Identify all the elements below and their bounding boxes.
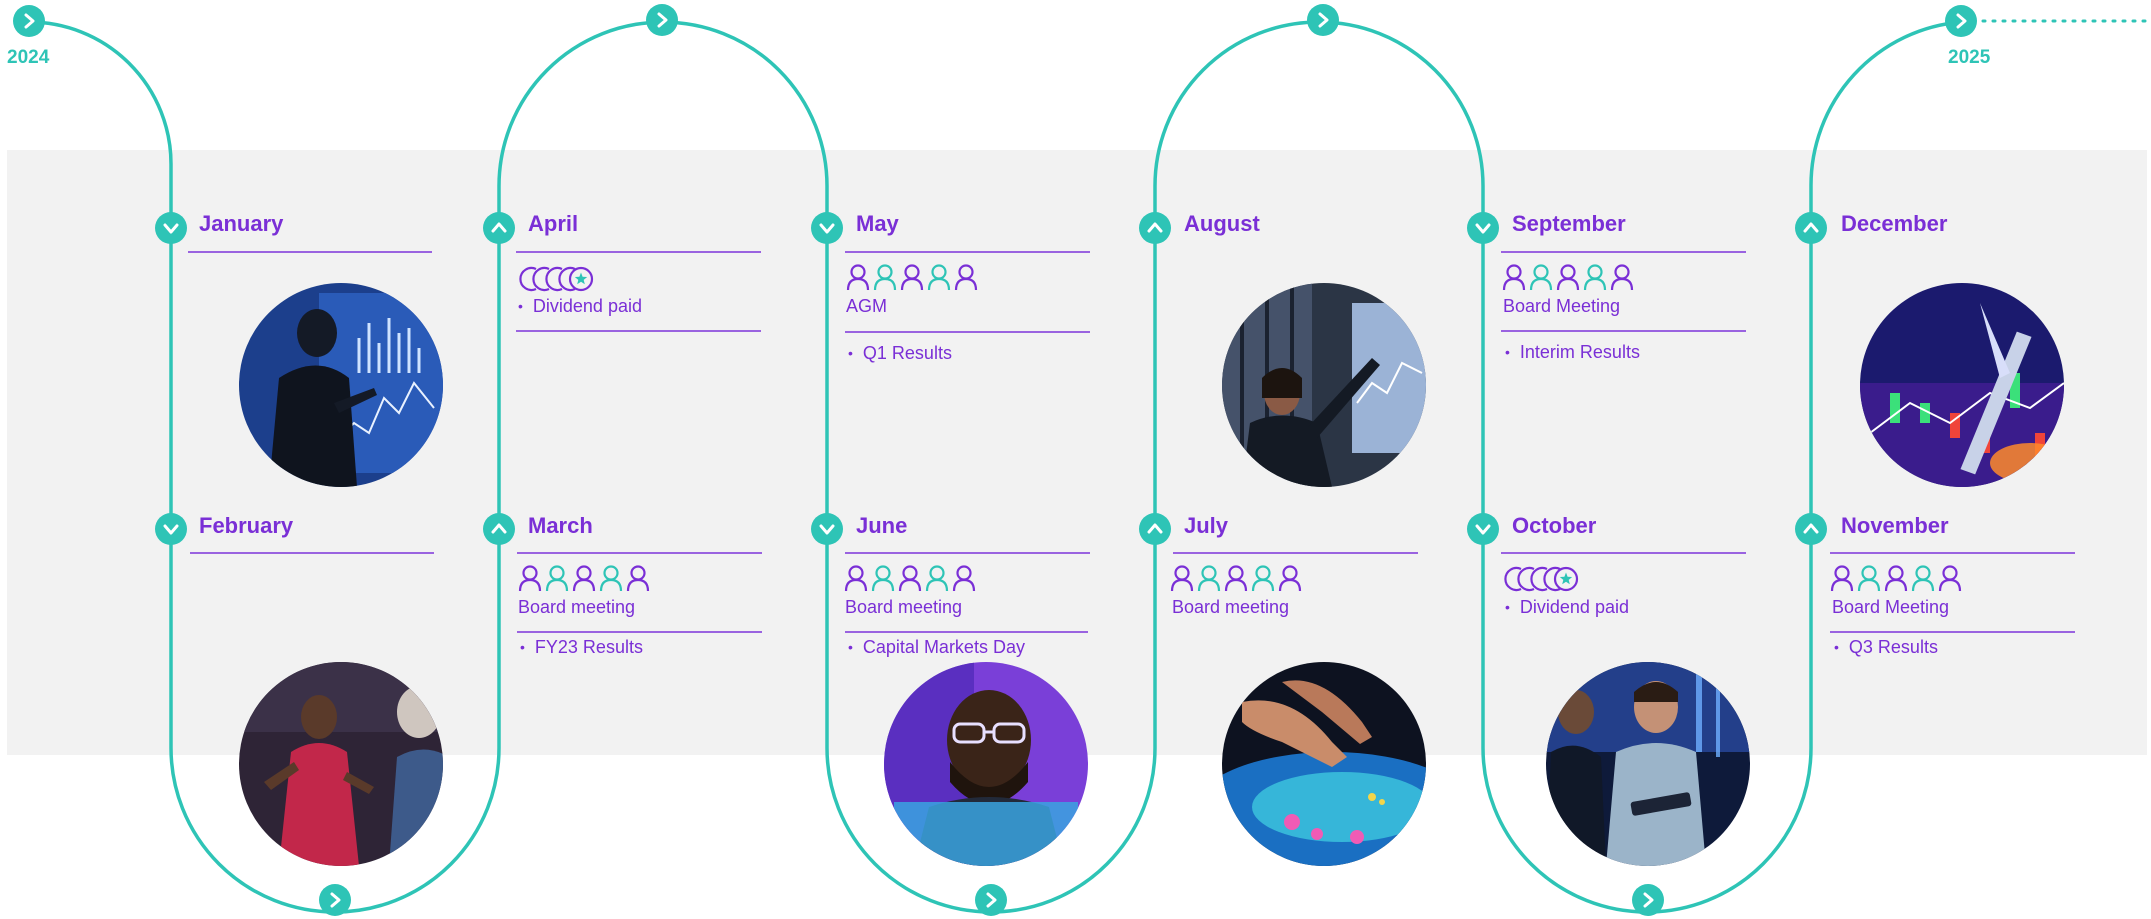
october-divider — [1501, 552, 1746, 554]
chevron-right-icon — [975, 884, 1007, 916]
chevron-up-icon — [1795, 212, 1827, 244]
july-label: Board meeting — [1172, 597, 1290, 617]
chevron-right-icon — [1307, 4, 1339, 36]
people-icon — [846, 264, 978, 291]
chevron-right-icon — [13, 5, 45, 37]
year-start-label: 2024 — [7, 47, 50, 68]
people-icon — [518, 565, 650, 592]
month-title-october: October — [1512, 513, 1597, 538]
september-bullet: Interim Results — [1505, 342, 1640, 363]
september-divider — [1501, 251, 1746, 253]
june-divider-2 — [845, 631, 1088, 633]
chevron-right-icon — [646, 4, 678, 36]
people-icon — [1502, 264, 1634, 291]
chevron-up-icon — [1139, 212, 1171, 244]
chevron-down-icon — [811, 212, 843, 244]
chevron-up-icon — [1795, 513, 1827, 545]
month-title-february: February — [199, 513, 294, 538]
november-bullet: Q3 Results — [1834, 637, 1938, 658]
june-label: Board meeting — [845, 597, 963, 617]
month-title-august: August — [1184, 211, 1260, 236]
timeline-path — [28, 20, 1962, 914]
financial-calendar-timeline: 2024 2025 January April Dividend paid Ma… — [0, 0, 2151, 919]
chevron-right-icon — [1945, 5, 1977, 37]
chevron-up-icon — [483, 212, 515, 244]
people-icon — [1170, 565, 1302, 592]
chevron-down-icon — [1467, 212, 1499, 244]
june-divider — [845, 552, 1090, 554]
coins-icon — [519, 266, 594, 292]
july-divider — [1173, 552, 1418, 554]
timeline-overlay — [13, 4, 2150, 916]
november-divider-2 — [1830, 631, 2075, 633]
month-title-december: December — [1841, 211, 1948, 236]
people-icon — [844, 565, 976, 592]
month-title-september: September — [1512, 211, 1626, 236]
june-bullet: Capital Markets Day — [848, 637, 1025, 658]
month-title-june: June — [856, 513, 908, 538]
november-label: Board Meeting — [1832, 597, 1950, 617]
may-divider — [845, 251, 1090, 253]
march-divider-2 — [517, 631, 762, 633]
chevron-right-icon — [1632, 884, 1664, 916]
march-bullet: FY23 Results — [520, 637, 643, 658]
month-title-may: May — [856, 211, 899, 236]
january-divider — [188, 251, 432, 253]
coins-icon — [1504, 566, 1579, 592]
chevron-right-icon — [319, 884, 351, 916]
march-label: Board meeting — [518, 597, 636, 617]
may-bullet: Q1 Results — [848, 343, 952, 364]
month-title-january: January — [199, 211, 284, 236]
november-divider — [1830, 552, 2075, 554]
chevron-down-icon — [155, 513, 187, 545]
may-label: AGM — [846, 296, 888, 316]
march-divider — [517, 552, 762, 554]
april-divider-2 — [516, 330, 761, 332]
chevron-down-icon — [811, 513, 843, 545]
february-divider — [190, 552, 434, 554]
month-title-november: November — [1841, 513, 1949, 538]
year-end-label: 2025 — [1948, 47, 1991, 68]
chevron-down-icon — [155, 212, 187, 244]
may-divider-2 — [845, 331, 1090, 333]
month-title-march: March — [528, 513, 593, 538]
month-title-july: July — [1184, 513, 1229, 538]
people-icon — [1830, 565, 1962, 592]
chevron-down-icon — [1467, 513, 1499, 545]
october-bullet: Dividend paid — [1505, 597, 1629, 618]
month-title-april: April — [528, 211, 579, 236]
april-bullet: Dividend paid — [518, 296, 642, 317]
april-divider — [516, 251, 761, 253]
chevron-up-icon — [483, 513, 515, 545]
chevron-up-icon — [1139, 513, 1171, 545]
september-divider-2 — [1501, 330, 1746, 332]
september-label: Board Meeting — [1503, 296, 1621, 316]
